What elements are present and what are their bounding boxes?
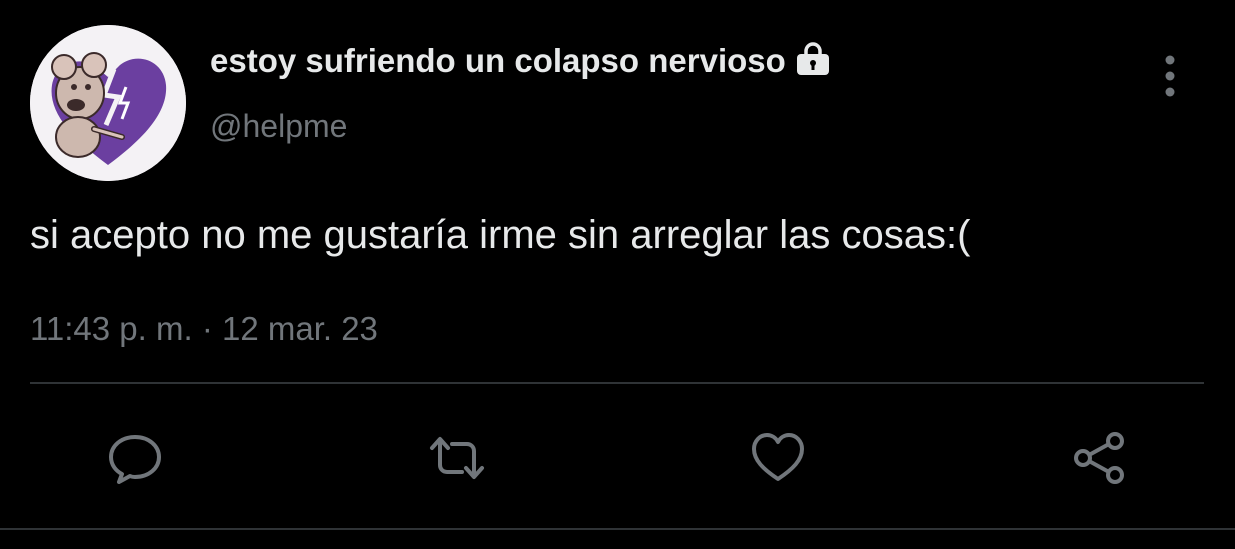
display-name-row[interactable]: estoy sufriendo un colapso nervioso bbox=[210, 42, 832, 80]
heart-icon bbox=[752, 433, 804, 481]
tweet-text: si acepto no me gustaría irme sin arregl… bbox=[30, 213, 971, 257]
retweet-icon bbox=[430, 437, 484, 479]
display-name[interactable]: estoy sufriendo un colapso nervioso bbox=[210, 42, 786, 80]
share-icon bbox=[1074, 432, 1124, 484]
more-options-icon[interactable] bbox=[1158, 54, 1182, 98]
lock-icon bbox=[794, 42, 832, 76]
like-button[interactable] bbox=[748, 428, 808, 488]
user-handle[interactable]: @helpme bbox=[210, 108, 347, 145]
avatar-image bbox=[30, 25, 186, 181]
avatar[interactable] bbox=[30, 25, 186, 181]
retweet-button[interactable] bbox=[427, 428, 487, 488]
divider bbox=[30, 382, 1204, 384]
reply-icon bbox=[109, 435, 161, 484]
tweet-timestamp[interactable]: 11:43 p. m. · 12 mar. 23 bbox=[30, 310, 378, 348]
reply-button[interactable] bbox=[105, 428, 165, 488]
bottom-divider bbox=[0, 528, 1235, 530]
share-button[interactable] bbox=[1070, 428, 1130, 488]
